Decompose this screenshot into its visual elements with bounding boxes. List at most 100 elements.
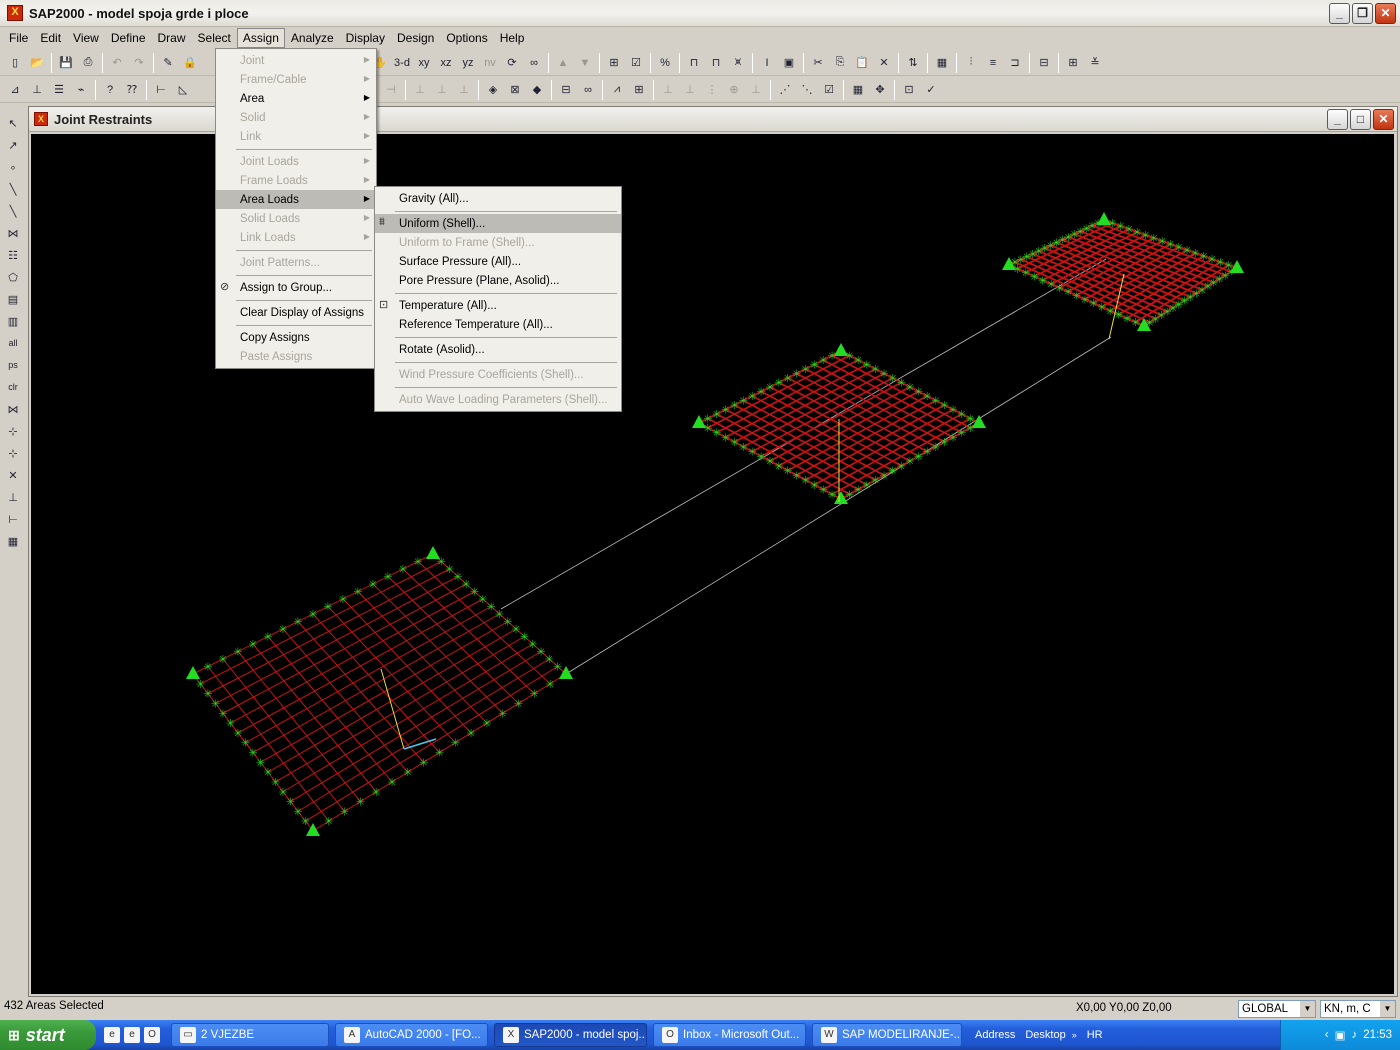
area-icon[interactable]: ▣ <box>779 53 799 73</box>
mode-shape-icon[interactable]: ∞ <box>578 80 598 100</box>
chevron-right-icon[interactable]: » <box>1072 1030 1077 1040</box>
cut-icon[interactable]: ✂ <box>808 53 828 73</box>
analysis-check-icon[interactable]: ✓ <box>921 80 941 100</box>
stresses-icon[interactable]: ⊞ <box>629 80 649 100</box>
menu-file[interactable]: File <box>3 28 34 48</box>
assign_menu-item-joint[interactable]: Joint ▶ <box>216 51 376 70</box>
area_loads_menu-item-wind-pressure-coefficients-shell[interactable]: Wind Pressure Coefficients (Shell)... <box>375 365 621 384</box>
shell-area-plate-1[interactable]: ✳✳✳✳✳✳✳✳✳✳✳✳✳✳✳✳✳✳✳✳✳✳✳✳✳✳✳✳✳✳✳✳✳✳✳✳✳✳✳✳… <box>186 546 573 838</box>
snap-points-icon[interactable]: ⋰ <box>775 80 795 100</box>
grid-snap-icon[interactable]: ▦ <box>848 80 868 100</box>
snap-lines-icon[interactable]: ⋱ <box>797 80 817 100</box>
draw-quick-area-icon[interactable]: ▥ <box>3 311 23 331</box>
task-autocad[interactable]: A AutoCAD 2000 - [FO... <box>335 1023 488 1047</box>
view-3d-button[interactable]: 3-d <box>392 53 412 73</box>
divide-icon[interactable]: ⊞ <box>1063 53 1083 73</box>
frame-icon[interactable]: ⊓ <box>684 53 704 73</box>
draw-line-icon[interactable]: ╲ <box>3 179 23 199</box>
menu-view[interactable]: View <box>67 28 105 48</box>
snap-perpendicular-icon[interactable]: ⊥ <box>3 487 23 507</box>
assign_menu-item-assign-to-group[interactable]: ⊘ Assign to Group... <box>216 278 376 297</box>
menu-assign[interactable]: Assign <box>236 28 285 48</box>
align-icon[interactable]: ⫶ <box>961 53 981 73</box>
area_loads_menu-item-rotate-asolid[interactable]: Rotate (Asolid)... <box>375 340 621 359</box>
cross-section-icon[interactable]: ⊥ <box>746 80 766 100</box>
assign_menu-item-frame-cable[interactable]: Frame/Cable ▶ <box>216 70 376 89</box>
moments-icon[interactable]: ⊥ <box>680 80 700 100</box>
area-section-icon[interactable]: ⊠ <box>505 80 525 100</box>
assign_menu-item-paste-assigns[interactable]: Paste Assigns <box>216 347 376 366</box>
area_loads_menu-item-pore-pressure-plane-asolid[interactable]: Pore Pressure (Plane, Asolid)... <box>375 271 621 290</box>
draw-frame-line-icon[interactable]: ╲ <box>3 201 23 221</box>
child-close-button[interactable]: ✕ <box>1373 109 1394 130</box>
clear-selection-icon[interactable]: clr <box>3 377 23 397</box>
move-up-icon[interactable]: ▲ <box>553 53 573 73</box>
percent-icon[interactable]: % <box>655 53 675 73</box>
replicate-icon[interactable]: ⇅ <box>903 53 923 73</box>
shell-area-plate-3[interactable]: ✳ ✳ ✳ ✳ ✳ ✳ ✳ ✳ ✳ ✳ ✳ ✳ ✳ ✳ ✳✳✳✳✳✳✳✳✳✳✳✳✳✳✳✳✳✳✳✳✳✳✳✳✳✳… <box>1002 212 1244 333</box>
menu-select[interactable]: Select <box>192 28 237 48</box>
assign_menu-item-link[interactable]: Link ▶ <box>216 127 376 146</box>
frame-end-icon[interactable]: ⊣ <box>381 80 401 100</box>
table-icon[interactable]: ⊟ <box>1034 53 1054 73</box>
draw-area-icon[interactable]: ◺ <box>173 80 193 100</box>
menu-display[interactable]: Display <box>340 28 391 48</box>
assign_menu-item-area[interactable]: Area ▶ <box>216 89 376 108</box>
draw-poly-area-icon[interactable]: ⬠ <box>3 267 23 287</box>
truss-icon[interactable]: ⩙ <box>728 53 748 73</box>
area_loads_menu-item-temperature-all[interactable]: ⊡ Temperature (All)... <box>375 296 621 315</box>
snap-intersections-icon[interactable]: ✕ <box>3 465 23 485</box>
menu-define[interactable]: Define <box>105 28 152 48</box>
assign_menu-item-clear-display-of-assigns[interactable]: Clear Display of Assigns <box>216 303 376 322</box>
section-icon[interactable]: I <box>757 53 777 73</box>
grid-icon[interactable]: ▦ <box>932 53 952 73</box>
rotate-view-icon[interactable]: ⟳ <box>502 53 522 73</box>
print-icon[interactable]: ⎙ <box>78 53 98 73</box>
assign-joint-icon[interactable]: ⊿ <box>5 80 25 100</box>
draw-rect-area-icon[interactable]: ▤ <box>3 289 23 309</box>
desktop-toolbar-label[interactable]: Desktop <box>1025 1029 1065 1041</box>
outlook-icon[interactable]: O <box>144 1027 160 1043</box>
assign_menu-item-link-loads[interactable]: Link Loads ▶ <box>216 228 376 247</box>
restraint-icon[interactable]: ⊥ <box>27 80 47 100</box>
distributed-load-icon[interactable]: ⊥ <box>432 80 452 100</box>
draw-joint-icon[interactable]: ∘ <box>3 157 23 177</box>
intersecting-line-icon[interactable]: ⋈ <box>3 399 23 419</box>
ie-icon[interactable]: e <box>104 1027 120 1043</box>
volume-icon[interactable]: ♪ <box>1351 1029 1357 1041</box>
extrude-icon[interactable]: ≚ <box>1085 53 1105 73</box>
select-all-icon[interactable]: all <box>3 333 23 353</box>
layers-icon[interactable]: ☰ <box>49 80 69 100</box>
pointer-icon[interactable]: ↖ <box>3 113 23 133</box>
chevron-down-icon[interactable]: ▼ <box>1300 1001 1315 1017</box>
reshape-icon[interactable]: ↗ <box>3 135 23 155</box>
units-select[interactable]: KN, m, C ▼ <box>1320 1000 1396 1018</box>
menu-edit[interactable]: Edit <box>34 28 67 48</box>
area_loads_menu-item-auto-wave-loading-parameters-shell[interactable]: Auto Wave Loading Parameters (Shell)... <box>375 390 621 409</box>
area_loads_menu-item-gravity-all[interactable]: Gravity (All)... <box>375 189 621 208</box>
draw-section-cut-icon[interactable]: ☷ <box>3 245 23 265</box>
sap2000-app-icon[interactable]: X <box>7 5 23 21</box>
open-icon[interactable]: 📂 <box>27 53 47 73</box>
draw-cable-icon[interactable]: ⋈ <box>3 223 23 243</box>
display-options-icon[interactable]: ⊞ <box>604 53 624 73</box>
network-icon[interactable]: ▣ <box>1335 1028 1346 1042</box>
coord-system-select[interactable]: GLOBAL ▼ <box>1238 1000 1316 1018</box>
previous-selection-icon[interactable]: ps <box>3 355 23 375</box>
copy-icon[interactable]: ⎘ <box>830 53 850 73</box>
child-maximize-button[interactable]: □ <box>1350 109 1371 130</box>
move-down-icon[interactable]: ▼ <box>575 53 595 73</box>
save-icon[interactable]: 💾 <box>56 53 76 73</box>
area_loads_menu-item-reference-temperature-all[interactable]: Reference Temperature (All)... <box>375 315 621 334</box>
target-icon[interactable]: ⊕ <box>724 80 744 100</box>
area_loads_menu-item-surface-pressure-all[interactable]: Surface Pressure (All)... <box>375 252 621 271</box>
start-button[interactable]: ⊞ start <box>0 1020 96 1050</box>
task-outlook[interactable]: O Inbox - Microsoft Out... <box>653 1023 806 1047</box>
help-icon[interactable]: ? <box>100 80 120 100</box>
draw-frame-icon[interactable]: ⊢ <box>151 80 171 100</box>
forces-icon[interactable]: ⩘ <box>607 80 627 100</box>
area-load-icon[interactable]: ⊥ <box>454 80 474 100</box>
assign_menu-item-solid[interactable]: Solid ▶ <box>216 108 376 127</box>
deformed-shape-icon[interactable]: ⊟ <box>556 80 576 100</box>
undo-icon[interactable]: ↶ <box>107 53 127 73</box>
